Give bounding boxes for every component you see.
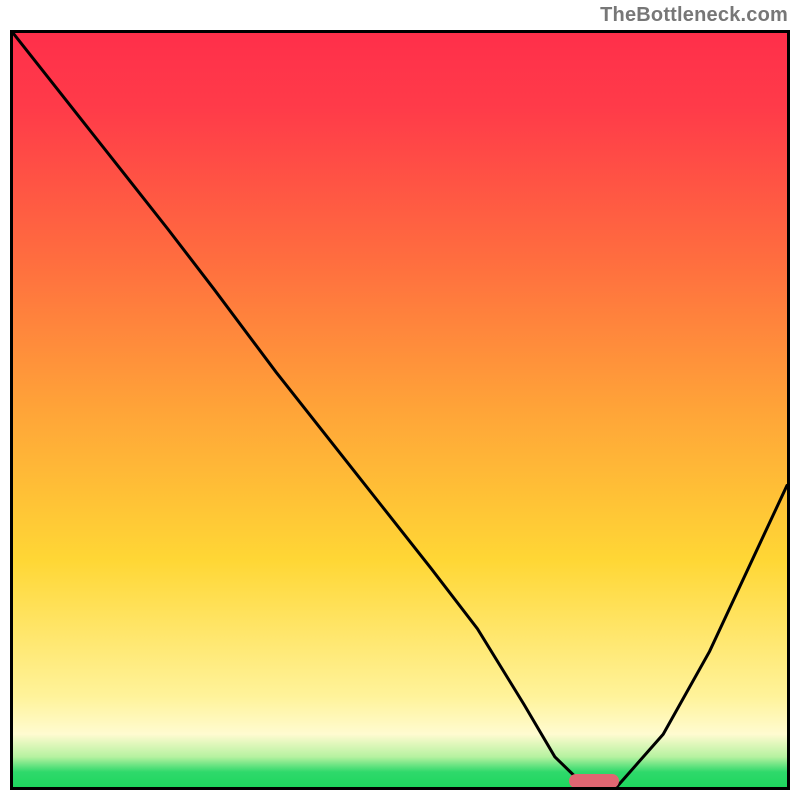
heat-gradient: [13, 33, 787, 787]
chart-container: TheBottleneck.com: [0, 0, 800, 800]
chart-frame: [10, 30, 790, 790]
optimal-marker: [569, 774, 619, 788]
watermark-text: TheBottleneck.com: [600, 4, 788, 27]
